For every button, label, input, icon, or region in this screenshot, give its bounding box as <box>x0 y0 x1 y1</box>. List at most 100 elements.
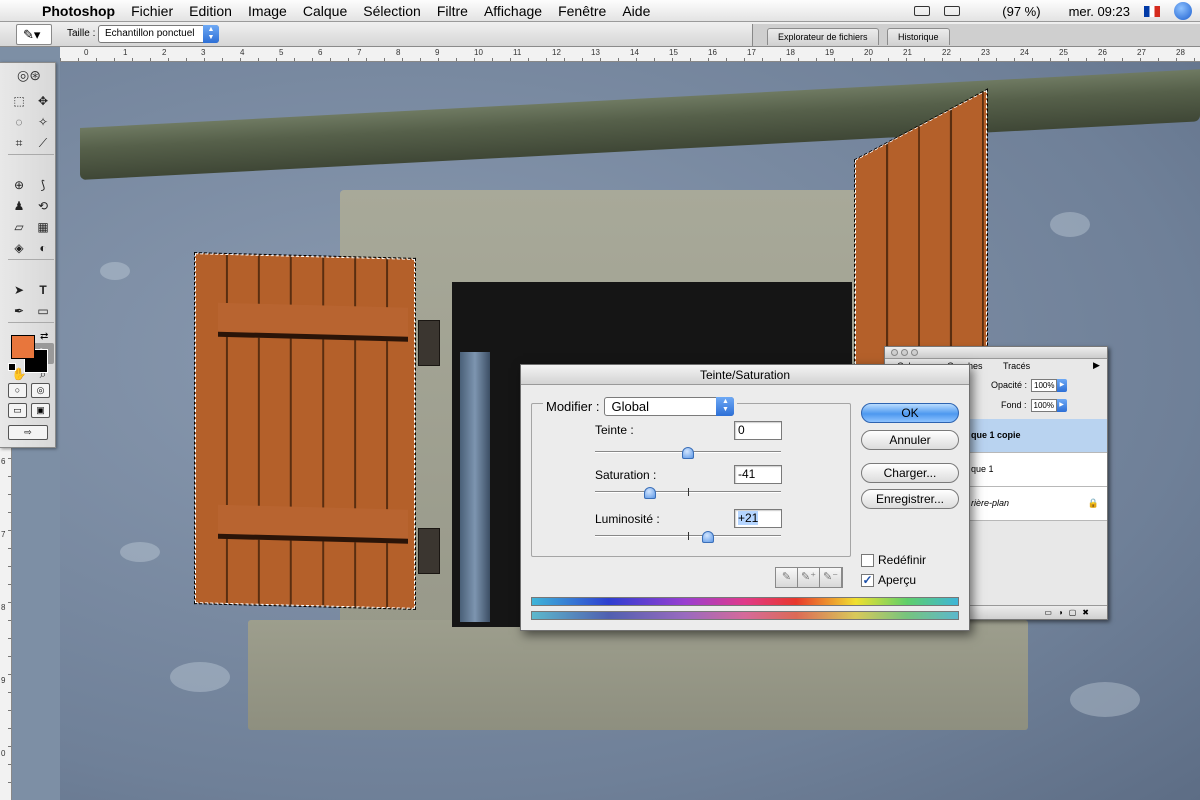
brush-icon[interactable]: ⟆ <box>32 175 54 196</box>
fill-arrow-icon[interactable]: ▶ <box>1056 398 1067 412</box>
menubar-status-area: (97 %) mer. 09:23 <box>914 0 1192 22</box>
saturation-slider-thumb[interactable] <box>643 487 656 499</box>
standard-mode-icon[interactable]: ○ <box>8 383 27 398</box>
tab-file-browser[interactable]: Explorateur de fichiers <box>767 28 879 45</box>
load-button[interactable]: Charger... <box>861 463 959 483</box>
ruler-tick-label: 20 <box>864 48 873 57</box>
close-icon[interactable] <box>891 349 898 356</box>
colorize-checkbox-box[interactable] <box>861 553 874 567</box>
trash-icon[interactable]: ✖ <box>1082 606 1089 619</box>
jump-to-imageready-icon[interactable]: ⇨ <box>8 425 48 440</box>
menu-app-name[interactable]: Photoshop <box>38 3 123 19</box>
menu-aide[interactable]: Aide <box>614 3 658 19</box>
cancel-button[interactable]: Annuler <box>861 430 959 450</box>
adjustment-layer-icon[interactable]: ◑ <box>1058 606 1063 619</box>
menu-edition[interactable]: Edition <box>181 3 240 19</box>
hue-slider-thumb[interactable] <box>682 447 694 459</box>
blur-icon[interactable]: ◈ <box>8 238 30 259</box>
french-flag-icon[interactable] <box>1144 5 1160 17</box>
zoom-icon[interactable] <box>911 349 918 356</box>
lasso-icon[interactable]: ◌ <box>8 112 30 133</box>
lightness-slider-track[interactable] <box>595 531 781 543</box>
new-group-icon[interactable]: ▭ <box>1044 606 1052 619</box>
dodge-icon[interactable]: ◐ <box>32 238 54 259</box>
ruler-tick-label: 26 <box>1098 48 1107 57</box>
stamp-icon[interactable]: ♟ <box>8 196 30 217</box>
shape-icon[interactable]: ▭ <box>32 301 54 322</box>
lightness-field[interactable]: +21 <box>734 509 782 528</box>
keyboard-icon[interactable] <box>914 6 931 16</box>
tab-paths[interactable]: Tracés <box>997 360 1036 372</box>
hue-slider-track[interactable] <box>595 447 781 459</box>
ruler-tick-label: 0 <box>1 749 6 758</box>
clock[interactable]: mer. 09:23 <box>1069 4 1130 19</box>
eyedropper-plus-icon[interactable]: ✎⁺ <box>798 568 820 587</box>
toolbox: ◎⊛ ⬚ ✥ ◌ ✧ ⌗ ⟋ ⊕ ⟆ ♟ ⟲ ▱ ▦ ◈ ◐ ➤ T ✒ ▭ ✉… <box>0 62 56 448</box>
marquee-icon[interactable]: ⬚ <box>8 91 30 112</box>
healing-icon[interactable]: ⊕ <box>8 175 30 196</box>
magic-wand-icon[interactable]: ✧ <box>32 112 54 133</box>
ruler-tick-label: 15 <box>669 48 678 57</box>
spotlight-icon[interactable] <box>1174 2 1192 20</box>
menu-fichier[interactable]: Fichier <box>123 3 181 19</box>
layer-item[interactable]: que 1 copie <box>967 419 1107 453</box>
hue-field[interactable]: 0 <box>734 421 782 440</box>
tab-history[interactable]: Historique <box>887 28 950 45</box>
left-shutter-selection[interactable] <box>194 252 416 610</box>
preview-checkbox-box[interactable]: ✓ <box>861 573 874 587</box>
hinge <box>418 528 440 574</box>
minimize-icon[interactable] <box>901 349 908 356</box>
ruler-tick-label: 18 <box>786 48 795 57</box>
fill-field[interactable]: 100% <box>1030 398 1057 412</box>
opacity-field[interactable]: 100% <box>1031 378 1058 392</box>
screen-mode-menu-icon[interactable]: ▣ <box>31 403 50 418</box>
swap-colors-icon[interactable]: ⇄ <box>40 331 48 342</box>
display-icon[interactable] <box>944 6 961 16</box>
ruler-tick-label: 9 <box>435 48 440 57</box>
saturation-field[interactable]: -41 <box>734 465 782 484</box>
sample-size-select[interactable]: Echantillon ponctuel ▲ ▼ <box>98 25 219 43</box>
photoshop-eye-icon[interactable]: ◎⊛ <box>4 67 54 89</box>
eraser-icon[interactable]: ▱ <box>8 217 30 238</box>
opacity-arrow-icon[interactable]: ▶ <box>1057 378 1068 392</box>
screen-mode-standard-icon[interactable]: ▭ <box>8 403 27 418</box>
menu-calque[interactable]: Calque <box>295 3 355 19</box>
battery-percent[interactable]: (97 %) <box>1002 4 1040 19</box>
menu-affichage[interactable]: Affichage <box>476 3 550 19</box>
eyedropper-minus-icon[interactable]: ✎⁻ <box>820 568 842 587</box>
modify-select[interactable]: Global ▲ ▼ <box>604 397 735 416</box>
menu-filtre[interactable]: Filtre <box>429 3 476 19</box>
move-icon[interactable]: ✥ <box>32 91 54 112</box>
palette-menu-icon[interactable]: ▶ <box>1093 360 1100 371</box>
lightness-slider-thumb[interactable] <box>701 531 714 543</box>
pen-icon[interactable]: ✒ <box>8 301 30 322</box>
quickmask-mode-icon[interactable]: ◎ <box>31 383 50 398</box>
menu-selection[interactable]: Sélection <box>355 3 429 19</box>
dialog-title[interactable]: Teinte/Saturation <box>521 365 969 385</box>
palette-titlebar[interactable] <box>885 347 1107 359</box>
path-select-icon[interactable]: ➤ <box>8 280 30 301</box>
menu-image[interactable]: Image <box>240 3 295 19</box>
save-button[interactable]: Enregistrer... <box>861 489 959 509</box>
preview-checkbox[interactable]: ✓ Aperçu <box>861 573 916 587</box>
layer-item[interactable]: que 1 <box>967 453 1107 487</box>
saturation-slider-track[interactable] <box>595 487 781 499</box>
foreground-color-swatch[interactable] <box>11 335 35 359</box>
preview-label: Aperçu <box>878 573 917 587</box>
crop-icon[interactable]: ⌗ <box>8 133 30 154</box>
ok-button[interactable]: OK <box>861 403 959 423</box>
layer-item[interactable]: rière-plan 🔒 <box>967 487 1107 521</box>
slice-icon[interactable]: ⟋ <box>32 133 54 154</box>
lock-icon: 🔒 <box>1087 498 1099 508</box>
history-brush-icon[interactable]: ⟲ <box>32 196 54 217</box>
eyedropper-icon[interactable]: ✎▾ <box>16 24 52 45</box>
new-layer-icon[interactable]: ▢ <box>1069 606 1077 619</box>
default-colors-icon[interactable] <box>8 363 16 371</box>
ruler-tick-label: 9 <box>1 676 6 685</box>
colorize-checkbox[interactable]: Redéfinir <box>861 553 926 567</box>
ruler-tick-label: 10 <box>474 48 483 57</box>
gradient-icon[interactable]: ▦ <box>32 217 54 238</box>
menu-fenetre[interactable]: Fenêtre <box>550 3 614 19</box>
eyedropper-icon[interactable]: ✎ <box>776 568 798 587</box>
type-icon[interactable]: T <box>32 280 54 301</box>
